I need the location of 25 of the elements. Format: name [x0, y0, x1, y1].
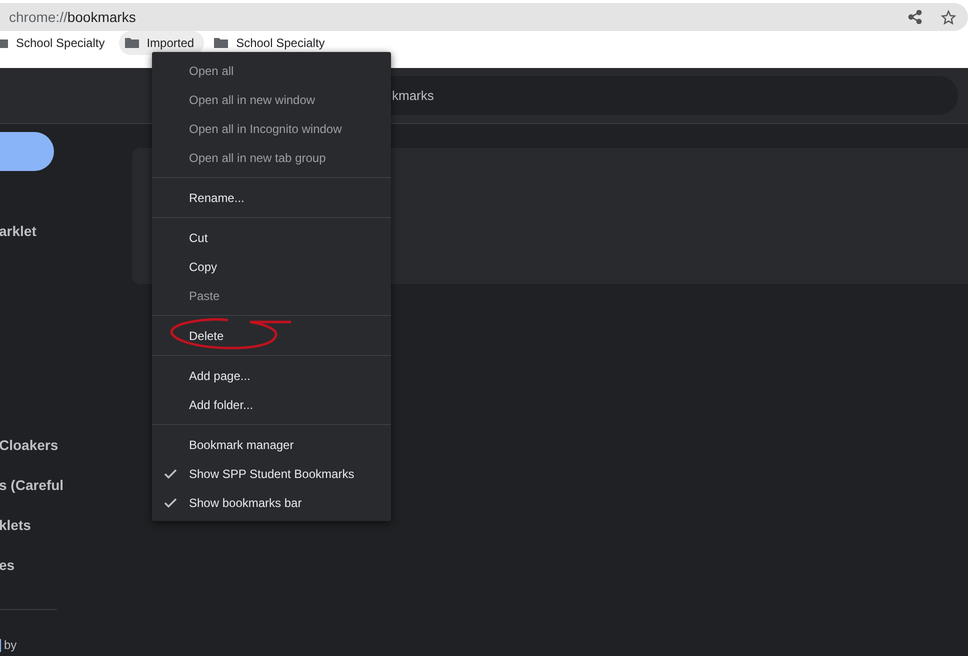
- bookmark-folder[interactable]: School Specialty: [208, 31, 335, 55]
- bookmark-folder[interactable]: Imported: [118, 31, 204, 55]
- menu-item[interactable]: Rename...: [152, 183, 391, 212]
- checkmark-icon: [164, 468, 177, 478]
- menu-item[interactable]: Bookmark manager: [152, 430, 391, 459]
- menu-item[interactable]: Show SPP Student Bookmarks: [152, 459, 391, 488]
- menu-item[interactable]: Add page...: [152, 361, 391, 390]
- add-button[interactable]: [0, 132, 54, 171]
- folder-icon: [124, 38, 139, 48]
- address-bar[interactable]: chrome://bookmarks: [0, 3, 968, 31]
- search-text: kmarks: [392, 86, 434, 105]
- menu-item[interactable]: Delete: [152, 321, 391, 350]
- footer-text: by: [4, 637, 17, 654]
- url-text: chrome://bookmarks: [9, 8, 137, 26]
- menu-item[interactable]: Show bookmarks bar: [152, 488, 391, 517]
- menu-item[interactable]: Copy: [152, 252, 391, 281]
- bookmark-folder[interactable]: School Specialty: [0, 31, 115, 55]
- folder-icon: [214, 38, 228, 48]
- checkmark-icon: [164, 498, 177, 508]
- link-underline: [0, 638, 1, 652]
- star-icon[interactable]: [941, 10, 956, 24]
- menu-item[interactable]: Cut: [152, 223, 391, 252]
- menu-item[interactable]: Add folder...: [152, 390, 391, 419]
- sidebar-item[interactable]: klets: [0, 511, 132, 539]
- share-icon[interactable]: [908, 10, 922, 24]
